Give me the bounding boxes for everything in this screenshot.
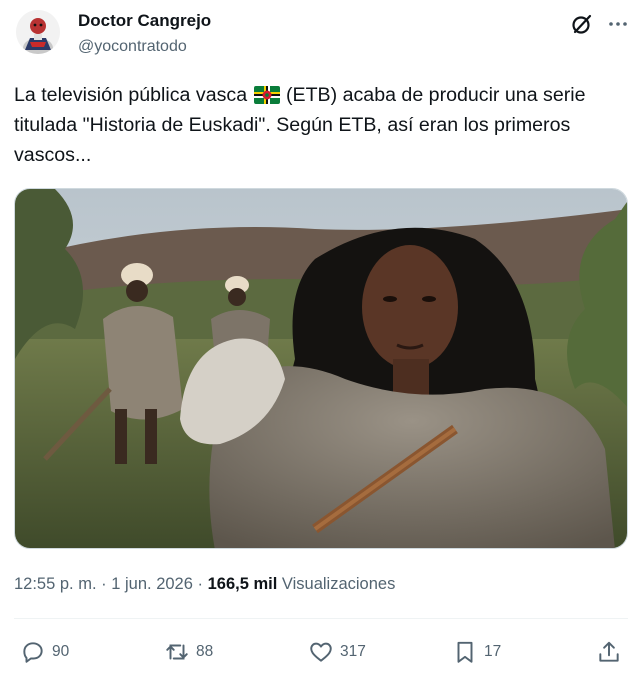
reply-count: 90 bbox=[52, 643, 70, 660]
tweet-media-photo[interactable] bbox=[14, 188, 628, 549]
views-count: 166,5 mil bbox=[207, 575, 278, 593]
avatar-image bbox=[16, 10, 60, 54]
bookmark-icon bbox=[452, 639, 478, 665]
meta-separator: · bbox=[101, 575, 107, 593]
tweet-text-start: La televisión pública vasca bbox=[14, 84, 248, 106]
divider bbox=[14, 618, 628, 619]
photo-illustration bbox=[15, 189, 627, 548]
meta-separator: · bbox=[197, 575, 204, 593]
flag-dominica-icon bbox=[253, 86, 280, 104]
like-button[interactable]: 317 bbox=[308, 636, 366, 668]
tweet-timestamp[interactable]: 12:55 p. m. bbox=[14, 575, 97, 593]
author-handle[interactable]: @yocontratodo bbox=[78, 36, 187, 58]
grok-icon bbox=[572, 14, 592, 34]
tweet-header: Doctor Cangrejo @yocontratodo bbox=[0, 0, 643, 66]
more-options-button[interactable] bbox=[602, 8, 634, 40]
author-display-name[interactable]: Doctor Cangrejo bbox=[78, 10, 211, 32]
reply-button[interactable]: 90 bbox=[20, 636, 69, 668]
retweet-icon bbox=[164, 639, 190, 665]
reply-icon bbox=[20, 639, 46, 665]
views-label: Visualizaciones bbox=[281, 575, 396, 593]
bookmark-button[interactable]: 17 bbox=[452, 636, 501, 668]
tweet-text: La televisión pública vasca (ETB) acaba … bbox=[14, 80, 626, 170]
grok-button[interactable] bbox=[566, 8, 598, 40]
tweet-meta: 12:55 p. m. · 1 jun. 2026 · 166,5 mil Vi… bbox=[14, 573, 395, 595]
heart-icon bbox=[308, 639, 334, 665]
bookmark-count: 17 bbox=[484, 643, 502, 660]
share-button[interactable] bbox=[596, 636, 622, 668]
more-icon bbox=[609, 22, 627, 26]
retweet-count: 88 bbox=[196, 643, 214, 660]
retweet-button[interactable]: 88 bbox=[164, 636, 213, 668]
avatar[interactable] bbox=[16, 10, 60, 54]
like-count: 317 bbox=[340, 643, 366, 660]
share-icon bbox=[596, 639, 622, 665]
tweet-date[interactable]: 1 jun. 2026 bbox=[111, 575, 193, 593]
